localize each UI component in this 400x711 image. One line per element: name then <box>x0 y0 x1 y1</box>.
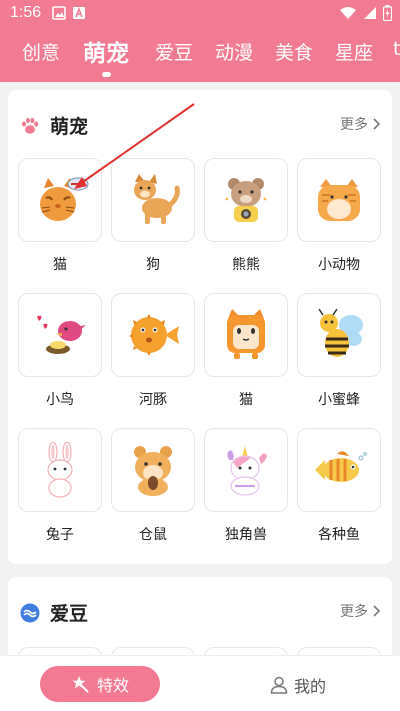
grid-item-rabbit[interactable]: 兔子 <box>18 428 102 544</box>
grid-item-bear[interactable]: 熊熊 <box>204 158 288 274</box>
grid-item-fish[interactable]: 各种鱼 <box>297 428 381 544</box>
section-title-idols: 爱豆 <box>50 603 89 625</box>
bird-sticker-icon <box>37 315 86 354</box>
rabbit-sticker-icon <box>47 442 73 498</box>
category-tabs: 创意 萌宠 爱豆 动漫 美食 星座 t <box>0 30 400 80</box>
idols-more-link[interactable]: 更多 <box>340 601 380 621</box>
status-time: 1:56 <box>10 4 42 21</box>
unicorn-sticker-icon <box>227 446 267 496</box>
nav-mine-button[interactable]: 我的 <box>270 673 326 697</box>
nav-effects-label: 特效 <box>96 676 129 695</box>
grid-item-small-animal[interactable]: 小动物 <box>297 158 381 274</box>
item-label: 各种鱼 <box>318 527 360 543</box>
top-header: 1:56 创意 萌宠 爱豆 动漫 美食 星座 t <box>0 0 400 82</box>
grid-item-pufferfish[interactable]: 河豚 <box>111 293 195 409</box>
active-tab-indicator <box>102 72 111 77</box>
small-animal-sticker-icon <box>318 179 360 221</box>
bear-sticker-icon <box>225 178 267 222</box>
grid-item-unicorn[interactable]: 独角兽 <box>204 428 288 544</box>
grid-item-dog[interactable]: 狗 <box>111 158 195 274</box>
item-label: 仓鼠 <box>139 527 167 543</box>
idol-icon <box>20 603 40 622</box>
font-app-icon <box>73 6 85 19</box>
item-label: 河豚 <box>139 392 167 408</box>
pufferfish-sticker-icon <box>129 314 179 356</box>
more-label: 更多 <box>340 117 368 133</box>
hamster-sticker-icon <box>134 446 172 496</box>
chevron-right-icon <box>373 118 380 130</box>
item-label: 熊熊 <box>232 257 260 273</box>
box-cat-sticker-icon <box>227 309 265 359</box>
wifi-icon <box>340 7 356 19</box>
more-label: 更多 <box>340 604 368 620</box>
item-label: 小鸟 <box>46 392 74 408</box>
bottom-navigation: 特效 我的 <box>0 655 400 711</box>
bee-sticker-icon <box>318 309 363 357</box>
grid-item-bee[interactable]: 小蜜蜂 <box>297 293 381 409</box>
item-label: 兔子 <box>46 527 74 543</box>
signal-icon <box>364 7 376 19</box>
item-label: 小动物 <box>318 257 360 273</box>
item-label: 猫 <box>53 257 67 273</box>
magic-wand-icon <box>72 676 89 693</box>
pets-more-link[interactable]: 更多 <box>340 114 380 134</box>
tab-creative[interactable]: 创意 <box>22 38 60 65</box>
cat-sticker-icon <box>40 177 89 221</box>
nav-effects-button[interactable]: 特效 <box>40 666 160 702</box>
paw-icon <box>22 117 39 134</box>
item-label: 独角兽 <box>225 527 267 543</box>
grid-item-hamster[interactable]: 仓鼠 <box>111 428 195 544</box>
tab-idols[interactable]: 爱豆 <box>155 38 193 65</box>
fish-sticker-icon <box>315 451 367 482</box>
tab-anime[interactable]: 动漫 <box>215 38 253 65</box>
tab-zodiac[interactable]: 星座 <box>335 38 373 65</box>
section-title-pets: 萌宠 <box>50 116 89 138</box>
battery-charging-icon <box>383 5 392 21</box>
item-label: 狗 <box>146 257 160 273</box>
item-label: 猫 <box>239 392 253 408</box>
tab-partial[interactable]: t <box>393 38 400 60</box>
nav-mine-label: 我的 <box>294 677 327 696</box>
pets-section: 萌宠 更多 猫 狗 熊熊 小动物 小鸟 河豚 猫 小蜜蜂 兔子 仓鼠 独角兽 各… <box>8 90 392 564</box>
tab-food[interactable]: 美食 <box>275 38 313 65</box>
chevron-right-icon <box>373 605 380 617</box>
tab-pets[interactable]: 萌宠 <box>83 34 129 68</box>
item-label: 小蜜蜂 <box>318 392 360 408</box>
gallery-icon <box>52 6 66 20</box>
dog-sticker-icon <box>134 174 180 224</box>
person-icon <box>270 676 288 694</box>
grid-item-cat[interactable]: 猫 <box>18 158 102 274</box>
grid-item-box-cat[interactable]: 猫 <box>204 293 288 409</box>
status-bar: 1:56 <box>0 0 400 28</box>
grid-item-bird[interactable]: 小鸟 <box>18 293 102 409</box>
